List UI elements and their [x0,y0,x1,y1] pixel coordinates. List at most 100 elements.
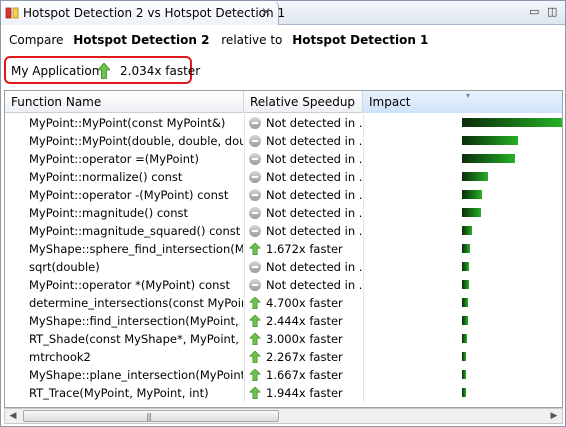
impact-bar [462,154,515,163]
editor-tab[interactable]: Hotspot Detection 2 vs Hotspot Detection… [1,1,285,25]
speedup-text: 3.000x faster [266,332,343,346]
scrollbar-thumb[interactable]: ||| [23,410,279,422]
function-name-cell: MyPoint::magnitude_squared() const [29,224,241,238]
impact-cell [363,348,562,366]
impact-cell [363,186,562,204]
maximize-icon[interactable]: ◫ [547,5,557,18]
impact-bar [462,370,466,379]
table-row[interactable]: MyShape::find_intersection(MyPoint, MyPo… [5,312,562,330]
column-relative-speedup[interactable]: Relative Speedup [244,91,363,113]
impact-bar [462,172,488,181]
compare-icon [5,7,19,19]
table-row[interactable]: determine_intersections(const MyPoint*, … [5,294,562,312]
speedup-text: 1.944x faster [266,386,343,400]
table-row[interactable]: mtrchook2 2.267x faster [5,348,562,366]
relative-speedup-cell: Not detected in ... [244,114,362,132]
speedup-text: Not detected in ... [266,188,362,202]
column-function-name[interactable]: Function Name [5,91,244,113]
impact-cell [363,240,562,258]
sort-indicator-icon: ▾ [465,91,470,100]
impact-bar [462,190,482,199]
application-speedup: 2.034x faster [120,64,201,78]
function-name-cell: RT_Shade(const MyShape*, MyPoint, int) [29,332,243,346]
speedup-text: Not detected in ... [266,134,362,148]
table-row[interactable]: MyShape::plane_intersection(MyPoint, MyP… [5,366,562,384]
impact-bar [462,334,467,343]
table-row[interactable]: MyPoint::normalize() const Not detected i… [5,168,562,186]
relative-speedup-cell: Not detected in ... [244,168,362,186]
function-name-cell: MyPoint::normalize() const [29,170,183,184]
table-row[interactable]: sqrt(double) Not detected in ... [5,258,562,276]
function-name-cell: MyPoint::operator -(MyPoint) const [29,188,229,202]
table-row[interactable]: MyPoint::magnitude() const Not detected i… [5,204,562,222]
impact-cell [363,132,562,150]
impact-bar [462,352,466,361]
horizontal-scrollbar[interactable]: ◀ ||| ▶ [4,408,563,424]
relative-speedup-cell: Not detected in ... [244,258,362,276]
not-detected-icon [249,153,261,165]
relative-speedup-cell: Not detected in ... [244,150,362,168]
impact-cell [363,204,562,222]
table-row[interactable]: MyPoint::magnitude_squared() const Not de… [5,222,562,240]
impact-bar [462,136,518,145]
function-name-cell: MyShape::plane_intersection(MyPoint, MyP… [29,368,243,382]
function-name-cell: determine_intersections(const MyPoint*, … [29,296,243,310]
scroll-right-icon[interactable]: ▶ [546,409,562,423]
relative-speedup-cell: Not detected in ... [244,132,362,150]
impact-bar [462,118,562,127]
table-row[interactable]: MyPoint::MyPoint(double, double, double)… [5,132,562,150]
close-icon[interactable]: ✕ [261,5,271,19]
table-row[interactable]: MyPoint::MyPoint(const MyPoint&) Not dete… [5,114,562,132]
green-up-arrow-icon [98,63,110,79]
impact-cell [363,258,562,276]
impact-cell [363,384,562,402]
compare-description: Compare Hotspot Detection 2 relative to … [9,33,428,47]
speedup-text: 2.444x faster [266,314,343,328]
speedup-text: Not detected in ... [266,116,362,130]
column-impact[interactable]: Impact [363,91,562,113]
table-row[interactable]: MyShape::sphere_find_intersection(MyPoin… [5,240,562,258]
speedup-text: 1.672x faster [266,242,343,256]
speedup-text: Not detected in ... [266,278,362,292]
impact-bar [462,280,469,289]
not-detected-icon [249,279,261,291]
compare-prefix: Compare [9,33,64,47]
not-detected-icon [249,117,261,129]
not-detected-icon [249,207,261,219]
relative-speedup-cell: 1.672x faster [244,240,362,258]
speedup-text: Not detected in ... [266,170,362,184]
impact-bar [462,298,468,307]
green-up-arrow-icon [249,315,261,327]
speedup-text: 4.700x faster [266,296,343,310]
function-name-cell: MyPoint::MyPoint(double, double, double) [29,134,243,148]
table-header: Function Name Relative Speedup Impact ▾ [5,91,562,113]
impact-bar [462,208,481,217]
relative-speedup-cell: 1.667x faster [244,366,362,384]
not-detected-icon [249,135,261,147]
not-detected-icon [249,171,261,183]
tab-title: Hotspot Detection 2 vs Hotspot Detection… [23,6,286,20]
table-row[interactable]: MyPoint::operator =(MyPoint) Not detected… [5,150,562,168]
minimize-icon[interactable]: ▭ [529,5,539,18]
table-row[interactable]: MyPoint::operator -(MyPoint) const Not de… [5,186,562,204]
relative-speedup-cell: 2.267x faster [244,348,362,366]
impact-cell [363,150,562,168]
not-detected-icon [249,261,261,273]
compare-run-b: Hotspot Detection 1 [292,33,429,47]
comparison-editor: Hotspot Detection 2 vs Hotspot Detection… [0,0,566,427]
impact-bar [462,316,468,325]
relative-speedup-cell: Not detected in ... [244,186,362,204]
impact-cell [363,366,562,384]
application-summary: My Application 2.034x faster [4,56,200,84]
speedup-text: 1.667x faster [266,368,343,382]
function-name-cell: RT_Trace(MyPoint, MyPoint, int) [29,386,209,400]
function-name-cell: mtrchook2 [29,350,91,364]
relative-speedup-cell: 2.444x faster [244,312,362,330]
green-up-arrow-icon [249,351,261,363]
speedup-text: Not detected in ... [266,152,362,166]
scroll-left-icon[interactable]: ◀ [5,409,21,423]
function-name-cell: MyPoint::operator =(MyPoint) [29,152,200,166]
table-row[interactable]: RT_Trace(MyPoint, MyPoint, int) 1.944x fa… [5,384,562,402]
table-row[interactable]: MyPoint::operator *(MyPoint) const Not de… [5,276,562,294]
table-row[interactable]: RT_Shade(const MyShape*, MyPoint, int) 3.… [5,330,562,348]
